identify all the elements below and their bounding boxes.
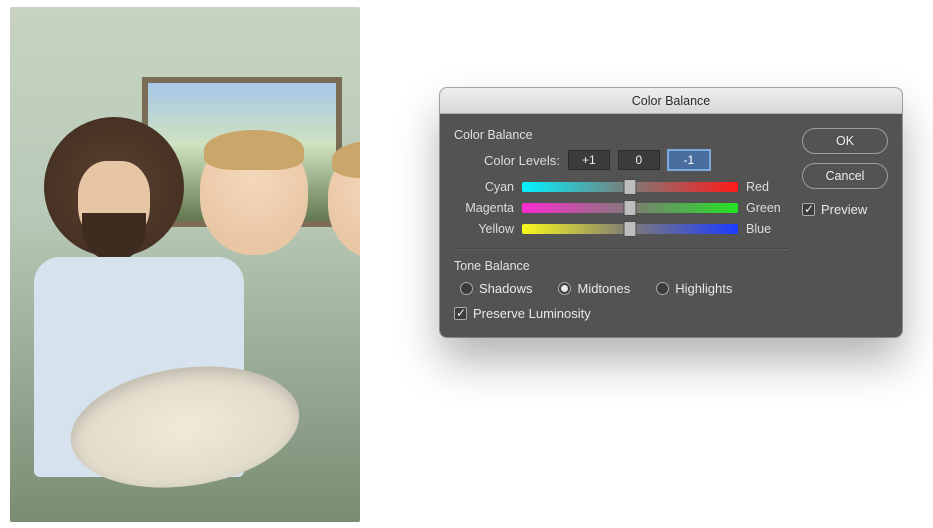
face-swap-1 bbox=[200, 137, 308, 255]
level-input-yellow-blue[interactable]: -1 bbox=[668, 150, 710, 170]
cancel-button[interactable]: Cancel bbox=[802, 163, 888, 189]
slider-right-red: Red bbox=[746, 180, 788, 194]
slider-cyan-red[interactable] bbox=[522, 182, 738, 192]
slider-left-yellow: Yellow bbox=[454, 222, 514, 236]
slider-right-green: Green bbox=[746, 201, 788, 215]
checkbox-preserve-luminosity bbox=[454, 307, 467, 320]
color-balance-dialog: Color Balance Color Balance Color Levels… bbox=[440, 88, 902, 337]
slider-right-blue: Blue bbox=[746, 222, 788, 236]
painter-beard bbox=[82, 213, 146, 261]
level-input-cyan-red[interactable]: +1 bbox=[568, 150, 610, 170]
section-color-balance: Color Balance bbox=[454, 128, 788, 142]
cancel-label: Cancel bbox=[826, 169, 865, 183]
slider-yellow-blue[interactable] bbox=[522, 224, 738, 234]
slider-knob-cyan-red[interactable] bbox=[624, 179, 637, 195]
radio-highlights[interactable]: Highlights bbox=[656, 281, 732, 296]
radio-label-shadows: Shadows bbox=[479, 281, 532, 296]
dialog-titlebar: Color Balance bbox=[440, 88, 902, 114]
section-divider bbox=[454, 248, 788, 249]
slider-magenta-green[interactable] bbox=[522, 203, 738, 213]
level-input-magenta-green[interactable]: 0 bbox=[618, 150, 660, 170]
preview-label: Preview bbox=[821, 202, 867, 217]
slider-knob-magenta-green[interactable] bbox=[624, 200, 637, 216]
section-tone-balance: Tone Balance bbox=[454, 259, 788, 273]
ok-button[interactable]: OK bbox=[802, 128, 888, 154]
preserve-luminosity-label: Preserve Luminosity bbox=[473, 306, 591, 321]
preserve-luminosity[interactable]: Preserve Luminosity bbox=[454, 306, 788, 321]
checkbox-preview bbox=[802, 203, 815, 216]
preview-toggle[interactable]: Preview bbox=[802, 202, 888, 217]
composite-photo bbox=[10, 7, 360, 522]
dialog-title: Color Balance bbox=[632, 94, 711, 108]
slider-left-magenta: Magenta bbox=[454, 201, 514, 215]
color-levels-row: Color Levels: +1 0 -1 bbox=[454, 150, 788, 170]
tone-balance-radios: Shadows Midtones Highlights bbox=[460, 281, 788, 296]
radio-dot-shadows bbox=[460, 282, 473, 295]
radio-label-highlights: Highlights bbox=[675, 281, 732, 296]
radio-shadows[interactable]: Shadows bbox=[460, 281, 532, 296]
radio-midtones[interactable]: Midtones bbox=[558, 281, 630, 296]
face-swap-2 bbox=[328, 147, 360, 259]
radio-label-midtones: Midtones bbox=[577, 281, 630, 296]
radio-dot-highlights bbox=[656, 282, 669, 295]
ok-label: OK bbox=[836, 134, 854, 148]
radio-dot-midtones bbox=[558, 282, 571, 295]
color-levels-label: Color Levels: bbox=[484, 153, 560, 168]
slider-knob-yellow-blue[interactable] bbox=[624, 221, 637, 237]
slider-left-cyan: Cyan bbox=[454, 180, 514, 194]
